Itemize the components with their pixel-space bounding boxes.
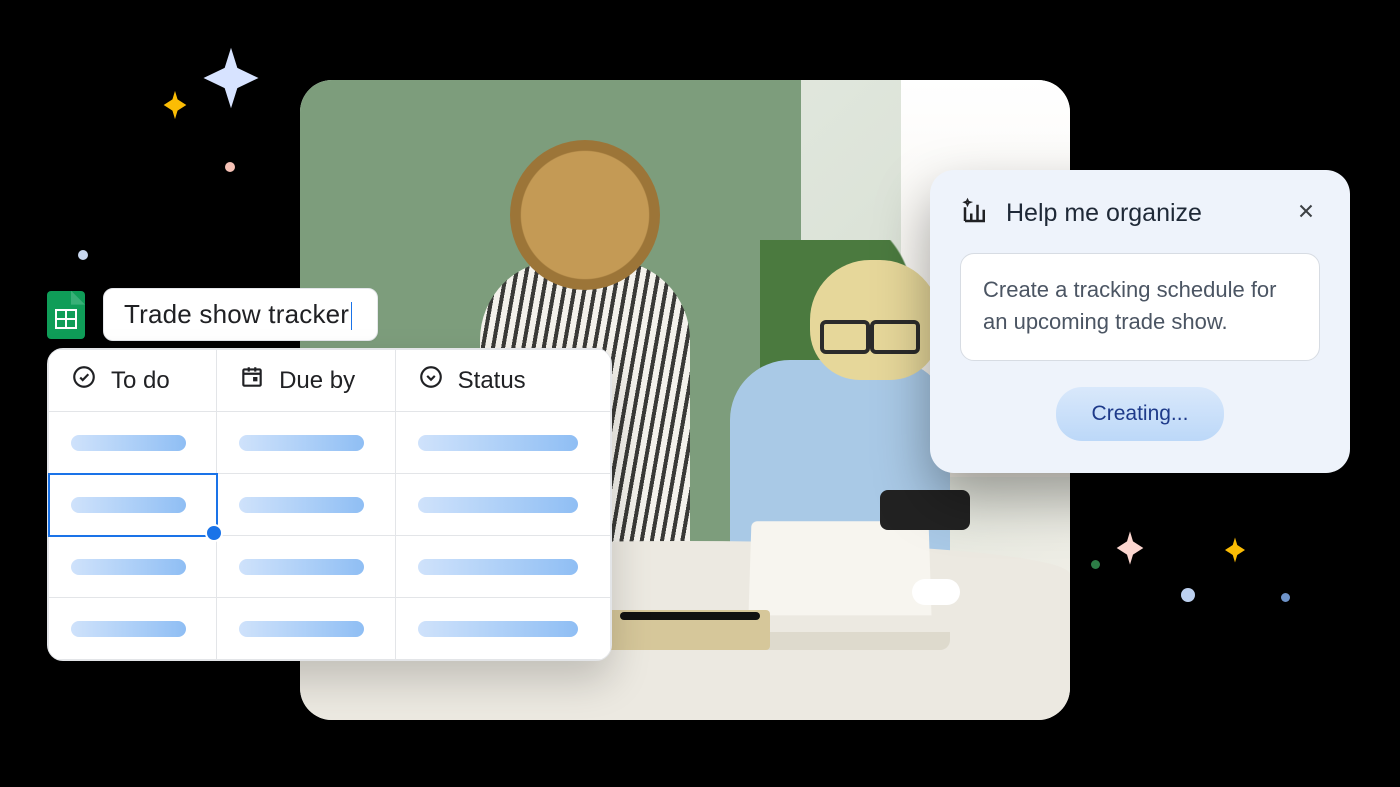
check-circle-icon [71,364,97,397]
cell[interactable] [49,536,217,598]
column-header-dueby[interactable]: Due by [217,350,396,412]
table-row [49,598,611,660]
cell[interactable] [217,474,396,536]
decorative-dot [225,162,235,172]
cell[interactable] [395,598,610,660]
column-header-status-label: Status [458,367,526,395]
spreadsheet-preview: To do Due by [47,348,612,661]
help-me-organize-title: Help me organize [1006,199,1276,228]
cell-selected[interactable] [49,474,217,536]
cell[interactable] [395,474,610,536]
cell[interactable] [217,598,396,660]
cell[interactable] [217,412,396,474]
cell[interactable] [49,412,217,474]
sparkle-icon [158,88,192,122]
google-sheets-icon [47,291,85,339]
cell[interactable] [395,536,610,598]
decorative-dot [1091,560,1100,569]
table-row [49,474,611,536]
decorative-dot [78,250,88,260]
sparkle-chart-icon [960,196,990,231]
sparkle-icon [1220,535,1250,565]
table-row [49,412,611,474]
close-button[interactable] [1292,200,1320,228]
cell[interactable] [217,536,396,598]
column-header-status[interactable]: Status [395,350,610,412]
document-title-input[interactable]: Trade show tracker [103,288,378,341]
creating-button-label: Creating... [1092,402,1189,425]
help-me-organize-panel: Help me organize Create a tracking sched… [930,170,1350,473]
column-header-todo[interactable]: To do [49,350,217,412]
prompt-text: Create a tracking schedule for an upcomi… [983,277,1277,334]
dropdown-circle-icon [418,364,444,397]
sparkle-icon [198,45,264,111]
prompt-input[interactable]: Create a tracking schedule for an upcomi… [960,253,1320,361]
column-header-todo-label: To do [111,367,170,395]
sparkle-icon [1110,528,1150,568]
decorative-dot [1181,588,1195,602]
decorative-dot [1281,593,1290,602]
document-title-text: Trade show tracker [124,299,349,329]
cell[interactable] [395,412,610,474]
cell[interactable] [49,598,217,660]
table-row [49,536,611,598]
calendar-icon [239,364,265,397]
close-icon [1295,200,1317,227]
creating-button[interactable]: Creating... [1056,387,1225,441]
column-header-dueby-label: Due by [279,367,355,395]
